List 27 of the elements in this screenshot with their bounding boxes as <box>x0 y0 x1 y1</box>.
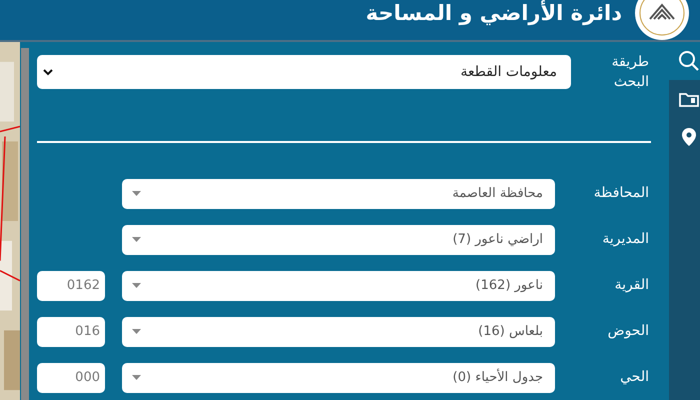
caret-icon <box>132 283 141 288</box>
field-label: الحي <box>619 368 650 388</box>
caret-icon <box>132 375 141 380</box>
chevron-down-icon <box>43 68 53 76</box>
dropdown-select[interactable]: ناعور (162) <box>122 270 555 301</box>
header-title: دائرة الأراضي و المساحة <box>366 1 622 25</box>
search-method-label: طريقة البحث <box>610 53 650 92</box>
dropdown-select[interactable]: جدول الأحياء (0) <box>122 362 555 393</box>
search-method-select[interactable]: معلومات القطعة <box>37 55 571 90</box>
code-field[interactable]: 000 <box>37 362 105 393</box>
dropdown-select[interactable]: بلعاس (16) <box>122 316 555 347</box>
field-label: القرية <box>614 276 650 296</box>
field-label: المديرية <box>601 230 650 250</box>
code-field[interactable]: 0162 <box>37 270 105 301</box>
location-pin-icon <box>682 128 696 146</box>
field-label: المحافظة <box>592 184 650 204</box>
logo-icon <box>634 0 690 40</box>
dropdown-select[interactable]: اراضي ناعور (7) <box>122 224 555 255</box>
code-field[interactable]: 016 <box>37 316 105 347</box>
caret-icon <box>132 191 141 196</box>
caret-icon <box>132 237 141 242</box>
dropdown-select[interactable]: محافظة العاصمة <box>122 178 555 209</box>
search-icon <box>678 50 700 72</box>
scrollbar-thumb[interactable] <box>21 48 29 400</box>
field-label: الحوض <box>606 322 650 342</box>
folder-icon <box>679 91 699 107</box>
caret-icon <box>132 329 141 334</box>
